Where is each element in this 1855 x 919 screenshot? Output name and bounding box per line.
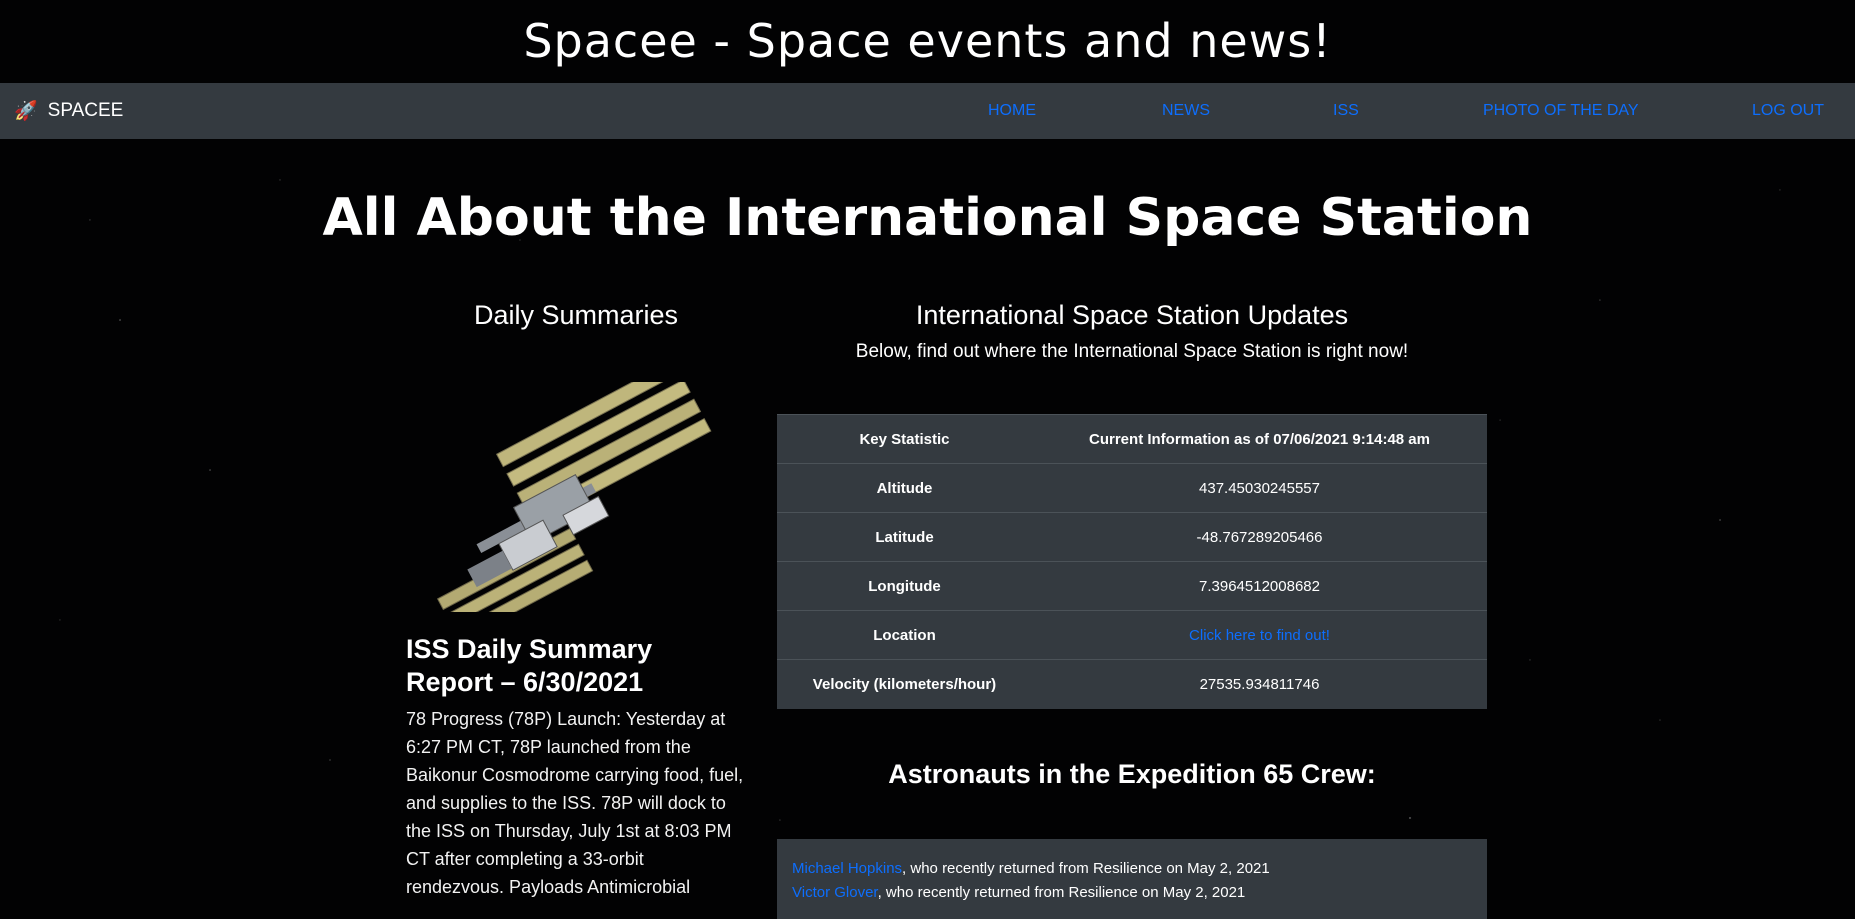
iss-image — [436, 382, 712, 612]
site-title: Spacee - Space events and news! — [523, 14, 1332, 68]
nav-news[interactable]: NEWS — [1162, 102, 1210, 120]
daily-summaries-heading: Daily Summaries — [473, 300, 679, 330]
crew-list: Michael Hopkins, who recently returned f… — [777, 839, 1487, 919]
table-row: Altitude 437.45030245557 — [777, 463, 1487, 513]
astronaut-link[interactable]: Michael Hopkins — [792, 860, 902, 877]
location-link[interactable]: Click here to find out! — [1189, 627, 1330, 644]
list-item: Michael Hopkins, who recently returned f… — [792, 857, 1472, 881]
stat-key: Velocity (kilometers/hour) — [777, 659, 1032, 709]
table-row: Location Click here to find out! — [777, 610, 1487, 660]
table-row: Longitude 7.3964512008682 — [777, 561, 1487, 611]
stat-value: 7.3964512008682 — [1032, 561, 1487, 611]
stat-key: Altitude — [777, 463, 1032, 513]
iss-updates-heading: International Space Station Updates — [915, 300, 1349, 330]
navbar: 🚀 SPACEE HOME NEWS ISS PHOTO OF THE DAY … — [0, 83, 1855, 139]
astronaut-link[interactable]: Victor Glover — [792, 884, 878, 901]
stat-value: 437.45030245557 — [1032, 463, 1487, 513]
stat-value: -48.767289205466 — [1032, 512, 1487, 562]
stat-value: Click here to find out! — [1032, 610, 1487, 660]
stat-key: Latitude — [777, 512, 1032, 562]
nav-home[interactable]: HOME — [988, 102, 1036, 120]
page-heading: All About the International Space Statio… — [322, 188, 1533, 248]
stat-key: Location — [777, 610, 1032, 660]
table-header: Current Information as of 07/06/2021 9:1… — [1032, 414, 1487, 464]
stat-key: Longitude — [777, 561, 1032, 611]
table-header: Key Statistic — [777, 414, 1032, 464]
rocket-icon: 🚀 — [14, 101, 38, 122]
table-row: Latitude -48.767289205466 — [777, 512, 1487, 562]
iss-stats-table: Key Statistic Current Information as of … — [777, 414, 1487, 709]
nav-log-out[interactable]: LOG OUT — [1752, 102, 1824, 120]
brand-link[interactable]: 🚀 SPACEE — [14, 99, 123, 123]
brand-label: SPACEE — [47, 100, 124, 121]
astronaut-note: , who recently returned from Resilience … — [877, 884, 1246, 901]
daily-summaries-column: Daily Summaries ISS Daily Summary Report… — [406, 300, 746, 897]
stat-value: 27535.934811746 — [1032, 659, 1487, 709]
table-header-row: Key Statistic Current Information as of … — [777, 414, 1487, 464]
list-item: Victor Glover, who recently returned fro… — [792, 881, 1472, 905]
report-body: 78 Progress (78P) Launch: Yesterday at 6… — [406, 709, 744, 897]
report-title[interactable]: ISS Daily Summary Report – 6/30/2021 — [406, 633, 746, 699]
astronaut-note: , who recently returned from Resilience … — [902, 860, 1270, 877]
iss-updates-column: International Space Station Updates Belo… — [777, 300, 1487, 919]
nav-iss[interactable]: ISS — [1333, 102, 1359, 120]
table-row: Velocity (kilometers/hour) 27535.9348117… — [777, 659, 1487, 709]
iss-updates-subheading: Below, find out where the International … — [855, 341, 1409, 362]
crew-heading: Astronauts in the Expedition 65 Crew: — [888, 759, 1376, 789]
nav-photo-of-the-day[interactable]: PHOTO OF THE DAY — [1483, 102, 1639, 120]
